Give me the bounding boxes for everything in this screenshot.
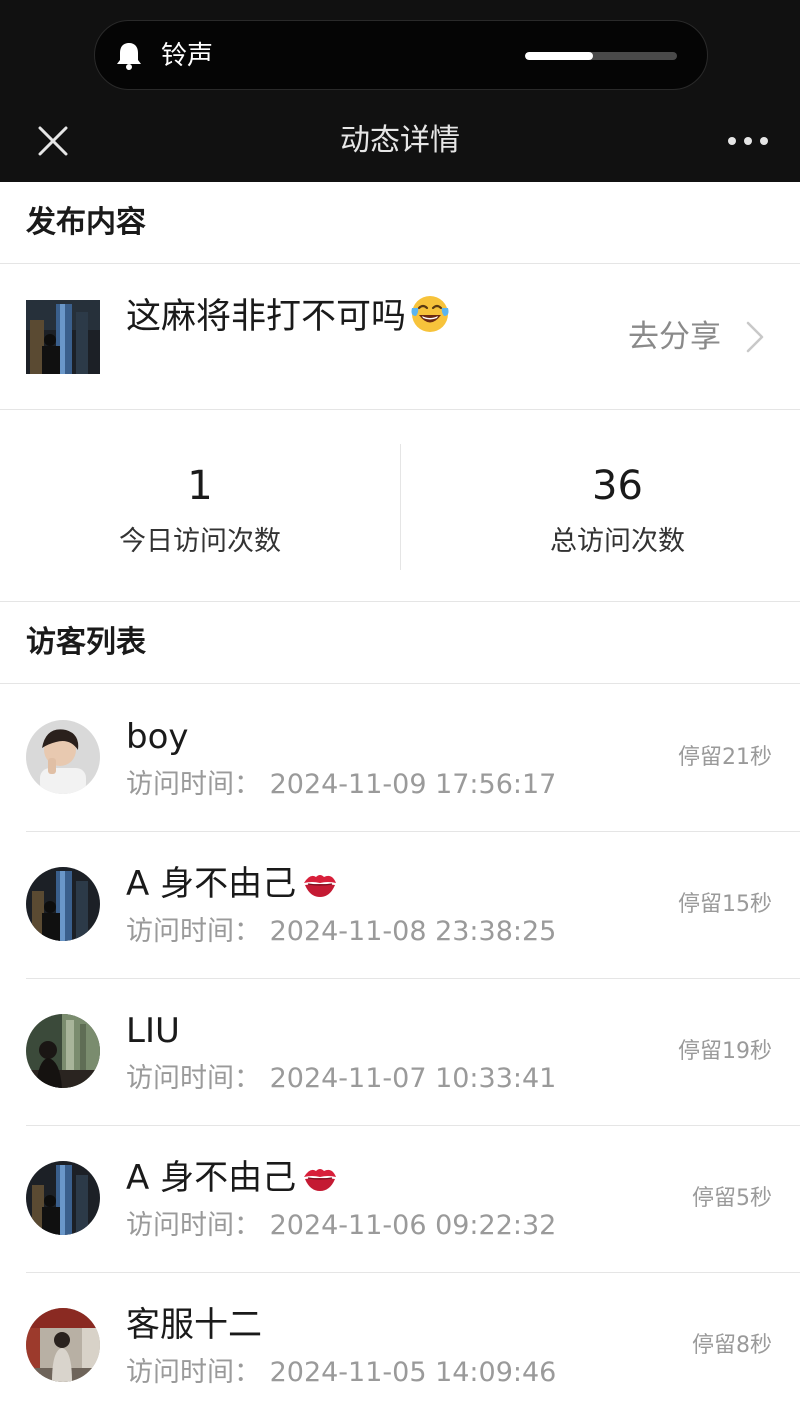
today-visits-label: 今日访问次数 <box>119 526 281 557</box>
face-with-tears-of-joy-emoji <box>411 296 449 332</box>
chevron-right-icon <box>746 321 764 353</box>
avatar[interactable] <box>26 1014 100 1088</box>
ringer-volume-indicator: 铃声 <box>94 20 708 90</box>
post-section-title: 发布内容 <box>26 205 146 240</box>
stay-duration: 停留5秒 <box>692 1186 772 1211</box>
visitor-row[interactable]: 客服十二 访问时间： 2024-11-05 14:09:46 停留8秒 <box>0 1273 800 1420</box>
visitor-row[interactable]: LIU 访问时间： 2024-11-07 10:33:41 停留19秒 <box>0 979 800 1126</box>
visitor-row[interactable]: A 身不由己 访问时间： 2024-11-08 23:38:25 停留15秒 <box>0 832 800 979</box>
today-visits-value: 1 <box>187 463 213 509</box>
avatar[interactable] <box>26 720 100 794</box>
share-label: 去分享 <box>628 319 721 355</box>
stay-duration: 停留19秒 <box>678 1039 772 1064</box>
visitors-section-title: 访客列表 <box>26 625 146 660</box>
visitor-name: 客服十二 <box>126 1305 262 1345</box>
visitor-name: LIU <box>126 1011 180 1051</box>
visitor-name: A 身不由己 <box>126 862 338 906</box>
kiss-mark-emoji <box>304 1169 337 1191</box>
volume-bar <box>525 52 677 60</box>
visit-time: 访问时间： 2024-11-09 17:56:17 <box>126 769 557 800</box>
page-title: 动态详情 <box>340 123 460 158</box>
visit-time: 访问时间： 2024-11-08 23:38:25 <box>126 916 557 947</box>
bell-icon <box>117 43 141 70</box>
stay-duration: 停留8秒 <box>692 1333 772 1358</box>
avatar[interactable] <box>26 1161 100 1235</box>
visit-time: 访问时间： 2024-11-06 09:22:32 <box>126 1210 557 1241</box>
visit-time: 访问时间： 2024-11-05 14:09:46 <box>126 1357 557 1388</box>
post-content: 这麻将非打不可吗 <box>126 292 450 342</box>
nav-bar: 动态详情 <box>0 100 800 182</box>
visitor-row[interactable]: boy 访问时间： 2024-11-09 17:56:17 停留21秒 <box>0 685 800 832</box>
post-text: 这麻将非打不可吗 <box>126 297 407 337</box>
visitor-name: A 身不由己 <box>126 1156 338 1200</box>
post-section-header: 发布内容 <box>0 182 800 264</box>
stay-duration: 停留15秒 <box>678 892 772 917</box>
post-row: 这麻将非打不可吗 去分享 <box>0 264 800 410</box>
ringer-label: 铃声 <box>161 41 214 71</box>
total-visits-value: 36 <box>592 463 643 509</box>
visitor-row[interactable]: A 身不由己 访问时间： 2024-11-06 09:22:32 停留5秒 <box>0 1126 800 1273</box>
avatar[interactable] <box>26 1308 100 1382</box>
post-thumbnail[interactable] <box>26 300 100 374</box>
visitor-name: boy <box>126 717 189 757</box>
avatar[interactable] <box>26 867 100 941</box>
today-visits-stat: 1 今日访问次数 <box>0 410 400 602</box>
total-visits-label: 总访问次数 <box>550 526 685 557</box>
visitors-section-header: 访客列表 <box>0 602 800 684</box>
top-bar: 铃声 动态详情 <box>0 0 800 182</box>
more-icon[interactable] <box>726 130 770 152</box>
volume-bar-fill <box>525 52 594 60</box>
visit-time: 访问时间： 2024-11-07 10:33:41 <box>126 1063 557 1094</box>
stay-duration: 停留21秒 <box>678 745 772 770</box>
total-visits-block: 36 总访问次数 <box>400 410 800 602</box>
kiss-mark-emoji <box>304 875 337 897</box>
